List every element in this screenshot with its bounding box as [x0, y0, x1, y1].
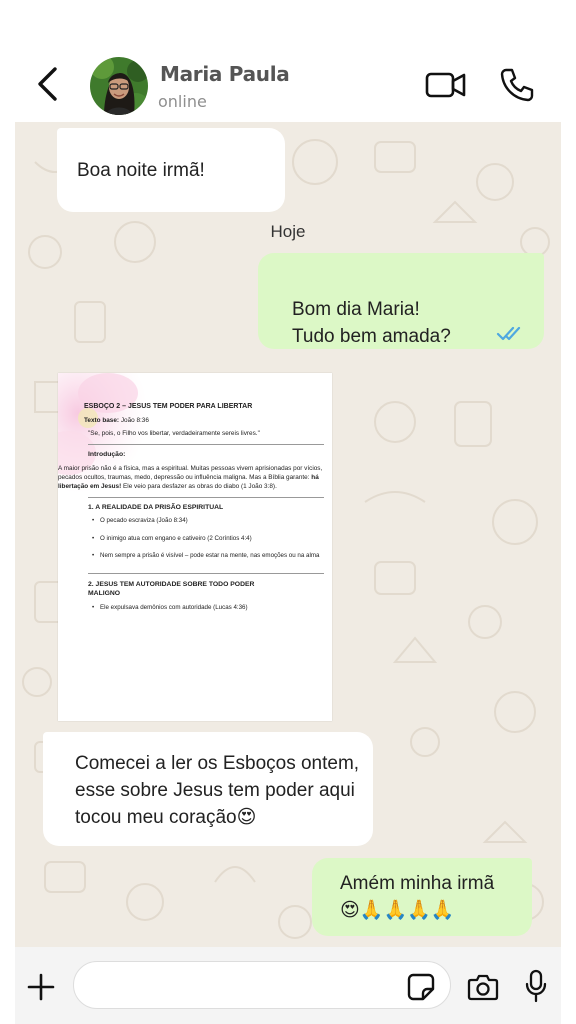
chat-area[interactable]: Boa noite irmã! Hoje Bom dia Maria! Tudo…: [15, 122, 561, 947]
contact-name[interactable]: Maria Paula: [160, 62, 290, 86]
document-content: ESBOÇO 2 – JESUS TEM PODER PARA LIBERTAR…: [58, 403, 324, 613]
contact-status: online: [158, 92, 207, 111]
emoji-row: 😍🙏🙏🙏🙏: [340, 900, 455, 921]
microphone-icon[interactable]: [525, 969, 547, 1003]
intro-text: A maior prisão não é a física, mas a esp…: [58, 465, 323, 481]
section-heading: 2. JESUS TEM AUTORIDADE SOBRE TODO PODER…: [88, 580, 255, 597]
outgoing-message[interactable]: Amém minha irmã 😍🙏🙏🙏🙏: [312, 858, 532, 936]
avatar[interactable]: [90, 57, 148, 115]
message-text: Comecei a ler os Esboços ontem, esse sob…: [75, 753, 360, 828]
divider: [88, 572, 324, 574]
outgoing-message[interactable]: Bom dia Maria! Tudo bem amada?: [258, 253, 544, 349]
camera-icon[interactable]: [467, 973, 499, 1001]
incoming-message[interactable]: Boa noite irmã!: [57, 128, 285, 212]
message-text: Amém minha irmã: [340, 873, 495, 894]
intro-paragraph: A maior prisão não é a física, mas a esp…: [58, 464, 324, 491]
bullet-item: Nem sempre a prisão é visível – pode est…: [88, 552, 324, 561]
back-arrow-icon[interactable]: [30, 64, 64, 104]
intro-heading: Introdução:: [88, 451, 126, 458]
date-divider: Hoje: [270, 222, 306, 241]
section-heading: 1. A REALIDADE DA PRISÃO ESPIRITUAL: [88, 504, 224, 511]
base-text-ref: João 8:36: [120, 417, 149, 424]
bullet-item: Ele expulsava demônios com autoridade (L…: [88, 604, 324, 613]
plus-icon[interactable]: [25, 971, 57, 1003]
divider: [88, 444, 324, 445]
base-text-line: Texto base: João 8:36: [84, 416, 324, 425]
chat-header: Maria Paula online: [0, 0, 576, 122]
video-call-icon[interactable]: [424, 68, 468, 102]
document-title: ESBOÇO 2 – JESUS TEM PODER PARA LIBERTAR: [84, 403, 253, 410]
message-composer: [15, 947, 561, 1024]
message-input[interactable]: [73, 961, 451, 1009]
document-quote: "Se, pois, o Filho vos libertar, verdade…: [88, 430, 260, 437]
incoming-message[interactable]: Comecei a ler os Esboços ontem, esse sob…: [43, 732, 373, 846]
image-message[interactable]: ESBOÇO 2 – JESUS TEM PODER PARA LIBERTAR…: [58, 373, 332, 721]
heart-eyes-emoji: 😍: [236, 807, 257, 828]
bullet-item: O inimigo atua com engano e cativeiro (2…: [88, 535, 324, 544]
intro-tail: Ele veio para desfazer as obras do diabo…: [123, 483, 277, 490]
double-check-icon: [496, 326, 521, 341]
bullet-item: O pecado escraviza (João 8:34): [88, 517, 324, 526]
divider: [88, 497, 324, 498]
base-text-label: Texto base:: [84, 417, 120, 424]
message-text: Boa noite irmã!: [77, 160, 205, 181]
phone-icon[interactable]: [498, 66, 536, 104]
sticker-icon[interactable]: [407, 973, 435, 1001]
message-text: Bom dia Maria! Tudo bem amada?: [292, 299, 451, 347]
